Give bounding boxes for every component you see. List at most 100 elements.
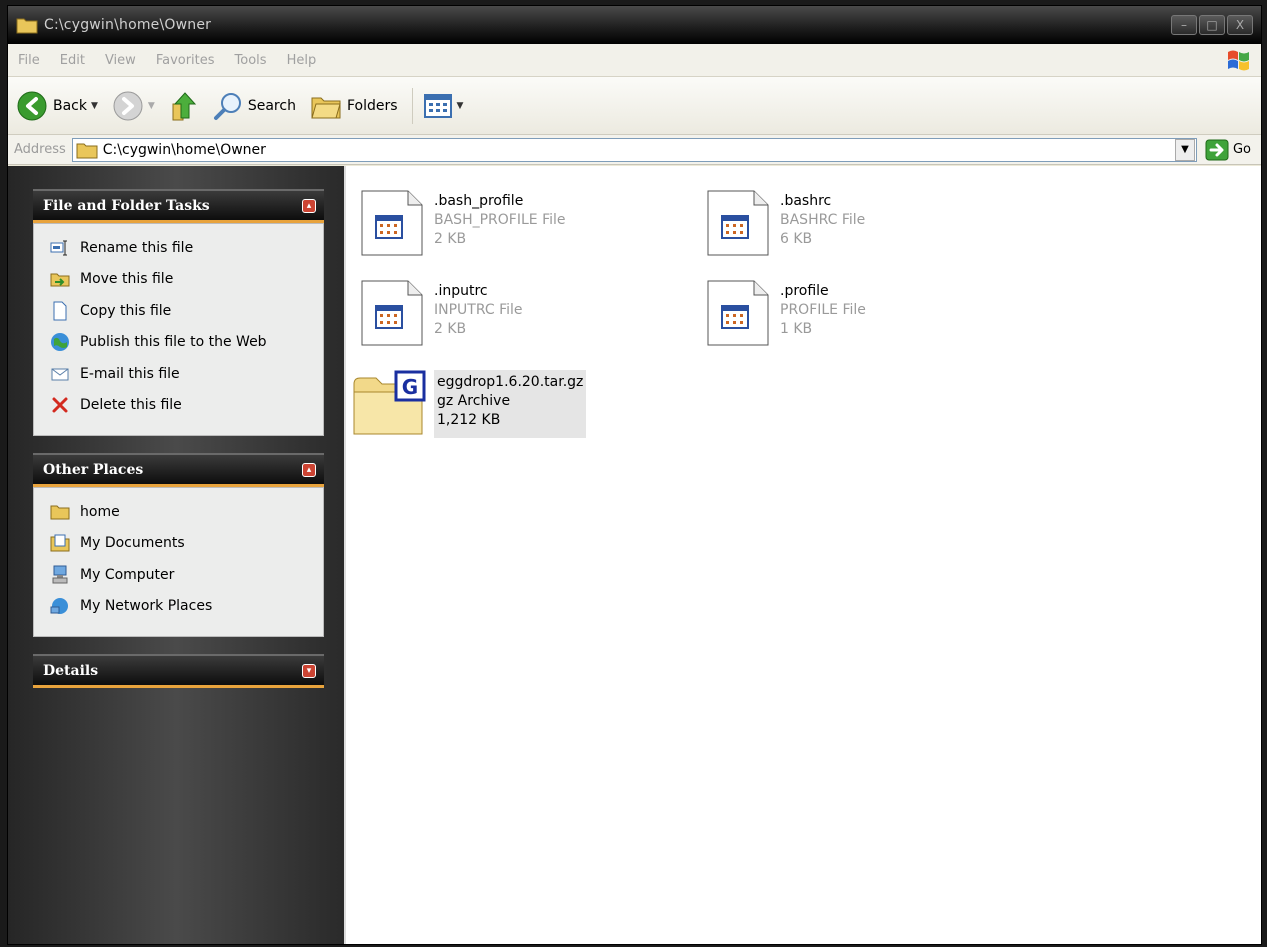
place-my-computer[interactable]: My Computer bbox=[50, 559, 323, 591]
move-icon bbox=[50, 269, 70, 289]
address-bar: Address C:\cygwin\home\Owner ▼ Go bbox=[8, 135, 1261, 165]
text-file-icon bbox=[361, 280, 423, 346]
search-button[interactable]: Search bbox=[213, 91, 296, 121]
window-title: C:\cygwin\home\Owner bbox=[44, 17, 212, 33]
panel-header[interactable]: File and Folder Tasks ▴ bbox=[33, 189, 324, 223]
content-area: File and Folder Tasks ▴ Rename this file bbox=[8, 166, 1261, 944]
globe-icon bbox=[50, 332, 70, 352]
file-size: 1 KB bbox=[780, 321, 813, 337]
file-name: .bash_profile bbox=[434, 193, 524, 209]
up-button[interactable] bbox=[169, 90, 199, 122]
folder-icon bbox=[16, 18, 38, 34]
folder-icon bbox=[50, 502, 70, 522]
file-name: .bashrc bbox=[780, 193, 832, 209]
file-item-selected[interactable]: G eggdrop1.6.20.tar.gz gz Archive 1,212 … bbox=[352, 370, 587, 438]
folders-icon bbox=[311, 97, 341, 118]
folders-button[interactable]: Folders bbox=[310, 92, 398, 120]
documents-icon bbox=[50, 533, 70, 553]
file-size: 2 KB bbox=[434, 321, 467, 337]
title-bar[interactable]: C:\cygwin\home\Owner – □ X bbox=[8, 6, 1261, 44]
email-icon bbox=[50, 364, 70, 384]
task-label: Copy this file bbox=[80, 302, 172, 319]
chevron-down-icon[interactable]: ▼ bbox=[148, 101, 155, 111]
chevron-down-icon[interactable]: ▼ bbox=[91, 101, 98, 111]
place-label: home bbox=[80, 503, 120, 520]
menu-favorites[interactable]: Favorites bbox=[156, 53, 215, 68]
panel-title: File and Folder Tasks bbox=[43, 197, 210, 214]
task-label: Move this file bbox=[80, 271, 174, 288]
collapse-icon[interactable]: ▴ bbox=[302, 462, 316, 477]
place-label: My Computer bbox=[80, 566, 175, 583]
panel-header[interactable]: Details ▾ bbox=[33, 654, 324, 688]
file-item[interactable]: .bash_profile BASH_PROFILE File 2 KB bbox=[360, 190, 566, 256]
task-copy-file[interactable]: Copy this file bbox=[50, 295, 323, 327]
place-label: My Network Places bbox=[80, 598, 213, 615]
file-size: 1,212 KB bbox=[437, 412, 501, 428]
minimize-button[interactable]: – bbox=[1171, 15, 1197, 35]
go-label: Go bbox=[1232, 142, 1251, 157]
back-arrow-icon bbox=[17, 91, 47, 120]
views-button[interactable]: ▼ bbox=[423, 92, 464, 120]
task-rename-file[interactable]: Rename this file bbox=[50, 232, 323, 264]
menu-view[interactable]: View bbox=[105, 53, 136, 68]
chevron-down-icon[interactable]: ▼ bbox=[457, 101, 464, 111]
task-label: Publish this file to the Web bbox=[80, 334, 267, 351]
svg-text:G: G bbox=[402, 375, 418, 399]
task-label: Delete this file bbox=[80, 397, 182, 414]
go-button[interactable]: Go bbox=[1205, 139, 1251, 161]
archive-icon: G bbox=[353, 370, 426, 435]
forward-button[interactable]: ▼ bbox=[112, 90, 155, 122]
close-button[interactable]: X bbox=[1227, 15, 1253, 35]
menu-help[interactable]: Help bbox=[287, 53, 317, 68]
file-folder-tasks-panel: File and Folder Tasks ▴ Rename this file bbox=[33, 189, 324, 436]
file-item[interactable]: .bashrc BASHRC File 6 KB bbox=[706, 190, 865, 256]
text-file-icon bbox=[361, 190, 423, 256]
task-label: Rename this file bbox=[80, 239, 194, 256]
search-icon bbox=[213, 92, 241, 120]
menu-edit[interactable]: Edit bbox=[60, 53, 85, 68]
address-input[interactable]: C:\cygwin\home\Owner bbox=[71, 137, 1197, 162]
file-name: eggdrop1.6.20.tar.gz bbox=[437, 374, 584, 390]
menu-file[interactable]: File bbox=[18, 53, 40, 68]
other-places-panel: Other Places ▴ home My Documents My Comp… bbox=[33, 453, 324, 637]
address-value: C:\cygwin\home\Owner bbox=[102, 141, 266, 158]
place-home[interactable]: home bbox=[50, 496, 323, 528]
text-file-icon bbox=[707, 280, 769, 346]
rename-icon bbox=[50, 238, 70, 258]
panel-header[interactable]: Other Places ▴ bbox=[33, 453, 324, 487]
file-name: .inputrc bbox=[434, 283, 488, 299]
address-dropdown-button[interactable]: ▼ bbox=[1174, 138, 1195, 161]
file-size: 2 KB bbox=[434, 231, 467, 247]
task-publish-web[interactable]: Publish this file to the Web bbox=[50, 327, 323, 359]
up-folder-icon bbox=[172, 91, 196, 120]
file-list[interactable]: .bash_profile BASH_PROFILE File 2 KB .ba… bbox=[344, 166, 1261, 944]
file-type: BASH_PROFILE File bbox=[434, 212, 566, 228]
panel-title: Other Places bbox=[43, 461, 144, 478]
search-label: Search bbox=[247, 97, 296, 114]
file-item[interactable]: .inputrc INPUTRC File 2 KB bbox=[360, 280, 523, 346]
panel-body: Rename this file Move this file Copy thi… bbox=[33, 223, 324, 436]
task-delete-file[interactable]: Delete this file bbox=[50, 390, 323, 422]
forward-arrow-icon bbox=[113, 91, 143, 120]
back-button[interactable]: Back ▼ bbox=[16, 90, 98, 122]
task-move-file[interactable]: Move this file bbox=[50, 264, 323, 296]
folder-icon bbox=[76, 143, 98, 158]
explorer-window: C:\cygwin\home\Owner – □ X File Edit Vie… bbox=[7, 5, 1262, 945]
file-item[interactable]: .profile PROFILE File 1 KB bbox=[706, 280, 866, 346]
folders-label: Folders bbox=[346, 97, 398, 114]
task-email-file[interactable]: E-mail this file bbox=[50, 358, 323, 390]
maximize-button[interactable]: □ bbox=[1199, 15, 1225, 35]
details-panel: Details ▾ bbox=[33, 654, 324, 688]
go-arrow-icon bbox=[1205, 139, 1229, 160]
place-my-network-places[interactable]: My Network Places bbox=[50, 591, 323, 623]
computer-icon bbox=[50, 565, 70, 585]
toolbar: Back ▼ ▼ Search Folders ▼ bbox=[8, 77, 1261, 135]
copy-icon bbox=[50, 301, 70, 321]
toolbar-separator bbox=[411, 87, 413, 124]
expand-icon[interactable]: ▾ bbox=[302, 663, 316, 678]
place-my-documents[interactable]: My Documents bbox=[50, 528, 323, 560]
collapse-icon[interactable]: ▴ bbox=[302, 198, 316, 213]
file-type: PROFILE File bbox=[780, 302, 866, 318]
file-type: INPUTRC File bbox=[434, 302, 523, 318]
menu-tools[interactable]: Tools bbox=[235, 53, 267, 68]
